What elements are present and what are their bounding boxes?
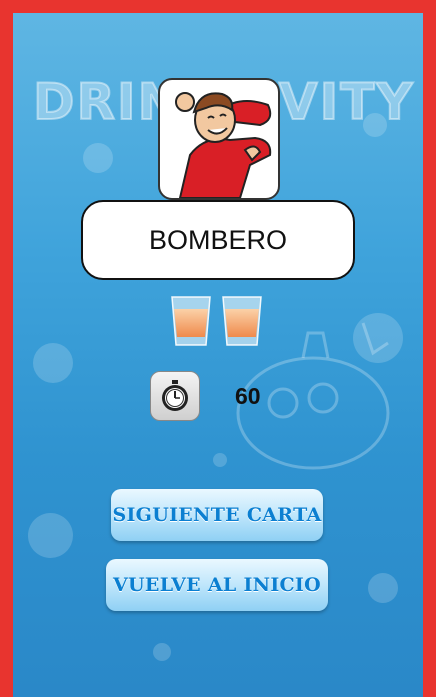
game-screen: DRINKTIVITY — [13, 13, 423, 697]
stopwatch-icon — [150, 371, 200, 421]
word-card: BOMBERO — [81, 200, 355, 280]
shot-glass-icon — [171, 296, 211, 346]
bubble — [28, 513, 73, 558]
shot-glass-icon — [222, 296, 262, 346]
back-to-home-button[interactable]: VUELVE AL INICIO — [106, 559, 328, 611]
timer-value: 60 — [235, 383, 261, 409]
next-card-button[interactable]: SIGUIENTE CARTA — [111, 489, 323, 541]
firefighter-character-image — [175, 92, 272, 198]
bubble — [368, 573, 398, 603]
card-word: BOMBERO — [148, 224, 288, 255]
character-avatar — [158, 78, 280, 200]
bubble — [153, 643, 171, 661]
bubble — [83, 143, 113, 173]
bubble — [33, 343, 73, 383]
